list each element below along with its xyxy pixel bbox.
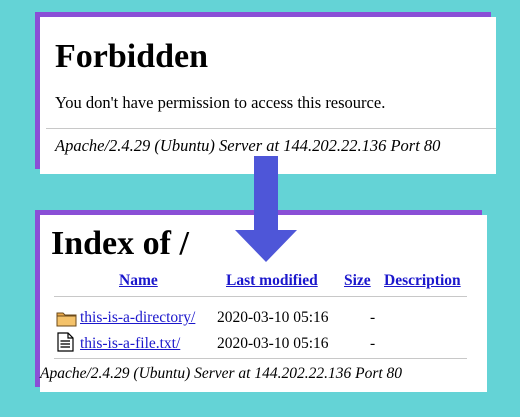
text-file-icon [57,332,74,352]
column-header-name[interactable]: Name [119,272,158,290]
column-header-size[interactable]: Size [344,272,371,290]
forbidden-page-panel: Forbidden You don't have permission to a… [40,17,496,174]
footer-divider [54,358,467,359]
sort-by-name-link[interactable]: Name [119,272,158,289]
sort-by-size-link[interactable]: Size [344,272,371,289]
row-modified: 2020-03-10 05:16 [217,335,329,352]
forbidden-title: Forbidden [55,38,209,75]
divider [46,128,496,129]
index-title: Index of / [51,225,189,262]
index-page-panel: Index of / Name Last modified Size Descr… [40,215,487,392]
header-divider [54,296,467,297]
column-header-description[interactable]: Description [384,272,461,290]
file-link[interactable]: this-is-a-file.txt/ [80,335,180,352]
folder-icon [56,312,77,327]
sort-by-description-link[interactable]: Description [384,272,461,289]
directory-link[interactable]: this-is-a-directory/ [80,309,195,326]
row-modified: 2020-03-10 05:16 [217,309,329,326]
table-row-name[interactable]: this-is-a-file.txt/ [80,335,180,353]
sort-by-last-modified-link[interactable]: Last modified [226,272,318,289]
server-signature: Apache/2.4.29 (Ubuntu) Server at 144.202… [40,365,403,382]
forbidden-message: You don't have permission to access this… [55,93,386,112]
table-row-name[interactable]: this-is-a-directory/ [80,309,195,327]
server-signature: Apache/2.4.29 (Ubuntu) Server at 144.202… [55,136,441,155]
column-header-last-modified[interactable]: Last modified [226,272,318,290]
row-size: - [370,309,376,326]
row-size: - [370,335,376,352]
